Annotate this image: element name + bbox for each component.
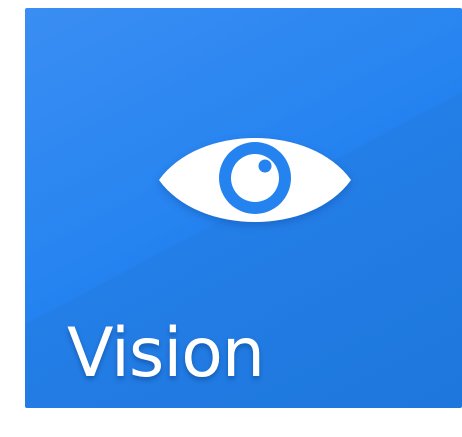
vision-app-tile[interactable]: Vision: [25, 8, 462, 408]
eye-icon: [159, 138, 351, 222]
tile-label: Vision: [67, 314, 265, 393]
